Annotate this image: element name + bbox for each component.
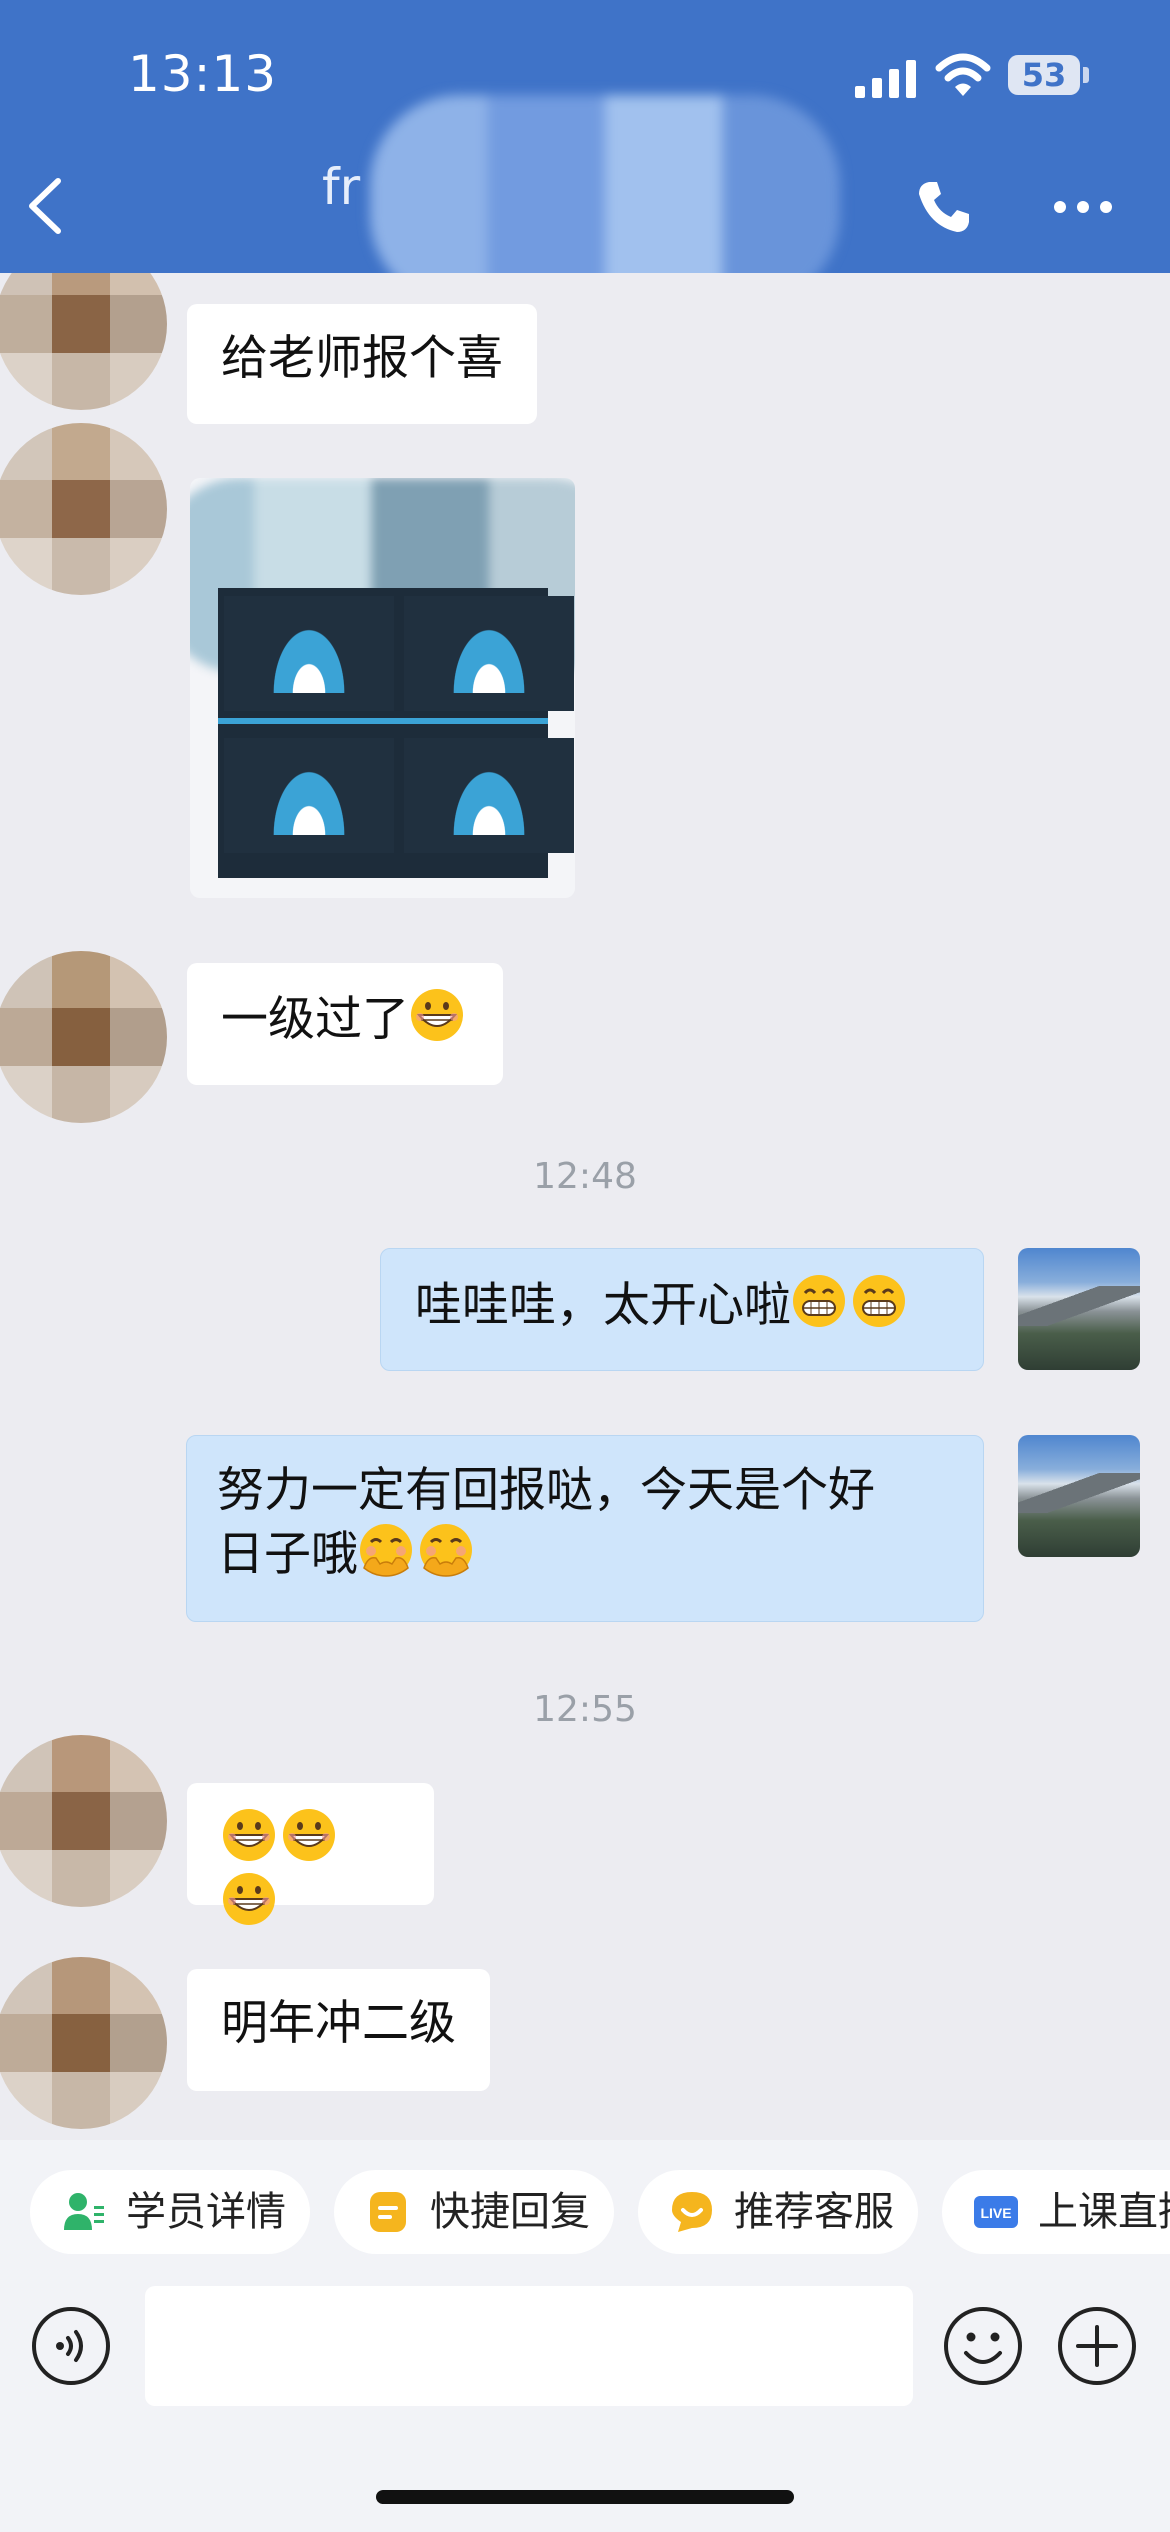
- message-bubble-incoming[interactable]: [187, 1783, 434, 1905]
- live-class-chip[interactable]: LIVE 上课直播: [942, 2170, 1170, 2254]
- message-text: 一级过了: [221, 992, 409, 1047]
- face-with-hand-over-mouth-emoji-icon: [418, 1522, 474, 1578]
- contact-avatar[interactable]: [0, 273, 167, 410]
- message-text: 明年冲二级: [221, 1996, 456, 2051]
- grimacing-emoji-icon: [281, 1807, 337, 1863]
- timestamp: 12:48: [533, 1156, 637, 1197]
- live-icon: LIVE: [974, 2196, 1018, 2228]
- message-text-line: 努力一定有回报哒，今天是个好: [217, 1463, 875, 1518]
- contact-avatar[interactable]: [0, 951, 167, 1123]
- my-avatar[interactable]: [1018, 1248, 1140, 1370]
- message-text-line: 日子哦: [217, 1527, 358, 1582]
- contact-avatar[interactable]: [0, 1957, 167, 2129]
- contact-avatar[interactable]: [0, 423, 167, 595]
- chip-label: 学员详情: [126, 2189, 286, 2235]
- battery-tip: [1083, 67, 1089, 83]
- quick-reply-chip[interactable]: 快捷回复: [334, 2170, 614, 2254]
- back-icon[interactable]: [20, 175, 70, 237]
- message-bubble-incoming[interactable]: 一级过了: [187, 963, 503, 1085]
- face-with-hand-over-mouth-emoji-icon: [358, 1522, 414, 1578]
- voice-input-icon[interactable]: [30, 2305, 112, 2387]
- quick-reply-icon: [370, 2192, 406, 2232]
- quick-action-bar[interactable]: 学员详情 快捷回复 推荐客服 LIVE 上课直播: [0, 2140, 1170, 2280]
- more-options-icon[interactable]: [1052, 196, 1114, 218]
- cellular-signal-icon: [855, 60, 916, 98]
- recommend-service-chip[interactable]: 推荐客服: [638, 2170, 918, 2254]
- message-bubble-incoming[interactable]: 明年冲二级: [187, 1969, 490, 2091]
- message-list[interactable]: 给老师报个喜 一级过了 12:48 哇哇哇，太开心啦 努力一定有回报哒，今天是个…: [0, 273, 1170, 2140]
- chip-label: 快捷回复: [430, 2189, 590, 2235]
- wifi-icon: [935, 53, 991, 96]
- add-attachment-icon[interactable]: [1056, 2305, 1138, 2387]
- message-bubble-outgoing[interactable]: 哇哇哇，太开心啦: [380, 1248, 984, 1371]
- message-bubble-incoming[interactable]: 给老师报个喜: [187, 304, 537, 424]
- grimacing-emoji-icon: [409, 987, 465, 1043]
- home-indicator[interactable]: [376, 2490, 794, 2504]
- message-input[interactable]: [145, 2286, 913, 2406]
- contact-name[interactable]: fr: [322, 158, 360, 216]
- chart-thumbnail: [218, 588, 574, 878]
- status-time: 13:13: [128, 45, 278, 103]
- message-bubble-outgoing[interactable]: 努力一定有回报哒，今天是个好 日子哦: [186, 1435, 984, 1622]
- battery-indicator: 53: [1008, 55, 1080, 95]
- grimacing-emoji-icon: [221, 1871, 277, 1927]
- timestamp: 12:55: [533, 1689, 637, 1730]
- grimacing-emoji-icon: [221, 1807, 277, 1863]
- my-avatar[interactable]: [1018, 1435, 1140, 1557]
- image-message[interactable]: [190, 478, 575, 898]
- chip-label: 推荐客服: [734, 2189, 894, 2235]
- recommend-service-icon: [672, 2192, 712, 2232]
- student-detail-icon: [64, 2193, 104, 2230]
- phone-call-icon[interactable]: [915, 178, 973, 236]
- beaming-face-emoji-icon: [791, 1273, 847, 1329]
- contact-name-redaction: [370, 95, 840, 273]
- contact-avatar[interactable]: [0, 1735, 167, 1907]
- beaming-face-emoji-icon: [851, 1273, 907, 1329]
- svg-text:LIVE: LIVE: [980, 2205, 1011, 2221]
- chip-label: 上课直播: [1038, 2189, 1170, 2235]
- message-text: 给老师报个喜: [221, 331, 503, 386]
- chat-header: 13:13 53 fr: [0, 0, 1170, 273]
- emoji-picker-icon[interactable]: [942, 2305, 1024, 2387]
- student-detail-chip[interactable]: 学员详情: [30, 2170, 310, 2254]
- message-text: 哇哇哇，太开心啦: [415, 1278, 791, 1333]
